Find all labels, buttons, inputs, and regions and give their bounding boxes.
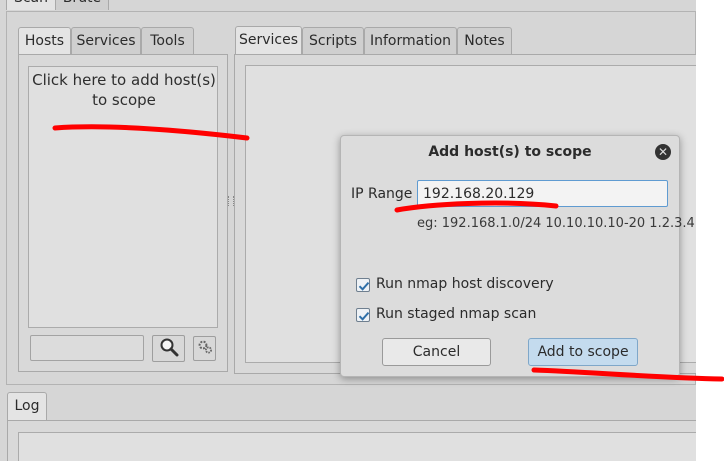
magnifier-icon bbox=[159, 337, 179, 361]
add-hosts-dialog: Add host(s) to scope ✕ IP Range eg: 192.… bbox=[340, 135, 695, 377]
cancel-button[interactable]: Cancel bbox=[382, 338, 491, 366]
staged-scan-label[interactable]: Run staged nmap scan bbox=[376, 306, 536, 322]
tab-tools[interactable]: Tools bbox=[141, 27, 194, 55]
settings-button[interactable] bbox=[193, 336, 216, 361]
tab-brute[interactable]: Brute bbox=[55, 0, 109, 10]
gears-icon bbox=[197, 339, 213, 359]
ip-range-example: eg: 192.168.1.0/24 10.10.10.10-20 1.2.3.… bbox=[417, 216, 695, 231]
main-window: Scan Brute Hosts Services Tools Click he… bbox=[0, 0, 696, 461]
tab-hosts[interactable]: Hosts bbox=[18, 27, 71, 55]
tab-notes[interactable]: Notes bbox=[457, 27, 512, 55]
ip-range-label: IP Range bbox=[351, 186, 413, 202]
tab-scripts[interactable]: Scripts bbox=[302, 27, 364, 55]
host-discovery-label[interactable]: Run nmap host discovery bbox=[376, 276, 554, 292]
tab-services[interactable]: Services bbox=[235, 26, 302, 55]
dialog-title: Add host(s) to scope bbox=[428, 144, 592, 160]
ip-range-input[interactable] bbox=[417, 180, 668, 207]
close-icon[interactable]: ✕ bbox=[655, 144, 671, 160]
add-host-hint[interactable]: Click here to add host(s) to scope bbox=[29, 70, 219, 110]
host-filter-input[interactable] bbox=[30, 335, 144, 361]
tab-scan[interactable]: Scan bbox=[6, 0, 56, 10]
add-to-scope-button[interactable]: Add to scope bbox=[528, 338, 638, 366]
log-area[interactable] bbox=[18, 432, 696, 461]
search-button[interactable] bbox=[152, 335, 185, 362]
tab-services-left[interactable]: Services bbox=[71, 27, 141, 55]
tab-information[interactable]: Information bbox=[364, 27, 457, 55]
staged-scan-checkbox[interactable] bbox=[356, 308, 370, 322]
host-discovery-checkbox[interactable] bbox=[356, 278, 370, 292]
tab-log[interactable]: Log bbox=[7, 392, 47, 421]
